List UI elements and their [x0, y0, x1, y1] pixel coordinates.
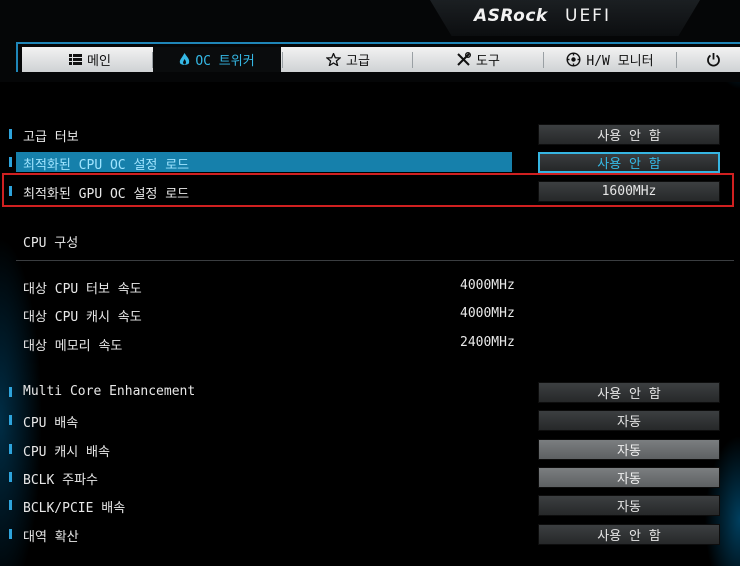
cpu-ratio-dropdown[interactable]: 자동: [538, 410, 720, 431]
tab-hw-monitor-label: H/W 모니터: [586, 54, 654, 69]
setting-label-bclk-frequency: BCLK 주파수: [23, 473, 99, 488]
section-title-cpu-config: CPU 구성: [23, 236, 79, 251]
row-bullet-icon: [9, 129, 12, 139]
setting-label-load-gpu-oc: 최적화된 GPU OC 설정 로드: [23, 187, 190, 202]
info-label-memory-speed: 대상 메모리 속도: [23, 339, 123, 354]
tools-icon: [456, 52, 472, 67]
load-cpu-oc-dropdown[interactable]: 사용 안 함: [538, 152, 720, 173]
tab-oc-tweaker[interactable]: OC 트위커: [153, 47, 281, 72]
brand-logo: ASRock: [474, 6, 548, 26]
spread-spectrum-dropdown[interactable]: 사용 안 함: [538, 524, 720, 545]
tab-divider: [543, 52, 544, 68]
tab-main-label: 메인: [87, 54, 111, 69]
brand-uefi-label: UEFI: [565, 6, 611, 26]
setting-label-spread-spectrum: 대역 확산: [23, 530, 79, 545]
row-bullet-icon: [9, 157, 12, 167]
load-gpu-oc-dropdown[interactable]: 1600MHz: [538, 181, 720, 202]
info-value-cpu-cache: 4000MHz: [460, 306, 515, 321]
info-value-memory-speed: 2400MHz: [460, 335, 515, 350]
row-bullet-icon: [9, 500, 12, 510]
row-bullet-icon: [9, 529, 12, 539]
tab-divider: [676, 52, 677, 68]
tab-oc-tweaker-label: OC 트위커: [195, 54, 255, 69]
multi-core-dropdown[interactable]: 사용 안 함: [538, 382, 720, 403]
power-icon: [706, 52, 721, 67]
tab-advanced-label: 고급: [346, 54, 370, 69]
info-label-cpu-turbo: 대상 CPU 터보 속도: [23, 282, 142, 297]
tab-divider: [282, 52, 283, 68]
info-value-cpu-turbo: 4000MHz: [460, 278, 515, 293]
tab-tools[interactable]: 도구: [414, 47, 542, 72]
tab-tools-label: 도구: [476, 54, 500, 69]
bclk-pcie-ratio-dropdown[interactable]: 자동: [538, 495, 720, 516]
row-bullet-icon: [9, 387, 12, 397]
row-bullet-icon: [9, 472, 12, 482]
tab-advanced[interactable]: 고급: [284, 47, 412, 72]
setting-label-load-cpu-oc[interactable]: 최적화된 CPU OC 설정 로드: [23, 154, 189, 173]
advanced-turbo-dropdown[interactable]: 사용 안 함: [538, 124, 720, 145]
setting-label-cpu-cache-ratio: CPU 캐시 배속: [23, 445, 110, 460]
tab-hw-monitor[interactable]: H/W 모니터: [545, 47, 675, 72]
row-bullet-icon: [9, 415, 12, 425]
info-label-cpu-cache: 대상 CPU 캐시 속도: [23, 310, 142, 325]
flame-icon: [179, 53, 190, 66]
tab-divider: [412, 52, 413, 68]
section-divider: [16, 260, 734, 261]
row-bullet-icon: [9, 444, 12, 454]
tab-main[interactable]: 메인: [30, 47, 150, 72]
row-bullet-icon: [9, 186, 12, 196]
cpu-cache-ratio-dropdown[interactable]: 자동: [538, 439, 720, 460]
setting-label-cpu-ratio: CPU 배속: [23, 416, 79, 431]
monitor-icon: [566, 52, 581, 67]
list-icon: [69, 54, 83, 65]
tab-exit[interactable]: [706, 47, 740, 72]
setting-label-multi-core: Multi Core Enhancement: [23, 384, 196, 399]
star-icon: [326, 53, 342, 66]
tabbar-accent-line: [16, 42, 740, 44]
setting-label-bclk-pcie-ratio: BCLK/PCIE 배속: [23, 501, 126, 516]
tabbar-accent-left: [16, 42, 18, 72]
bclk-frequency-dropdown[interactable]: 자동: [538, 467, 720, 488]
setting-label-advanced-turbo: 고급 터보: [23, 130, 79, 145]
